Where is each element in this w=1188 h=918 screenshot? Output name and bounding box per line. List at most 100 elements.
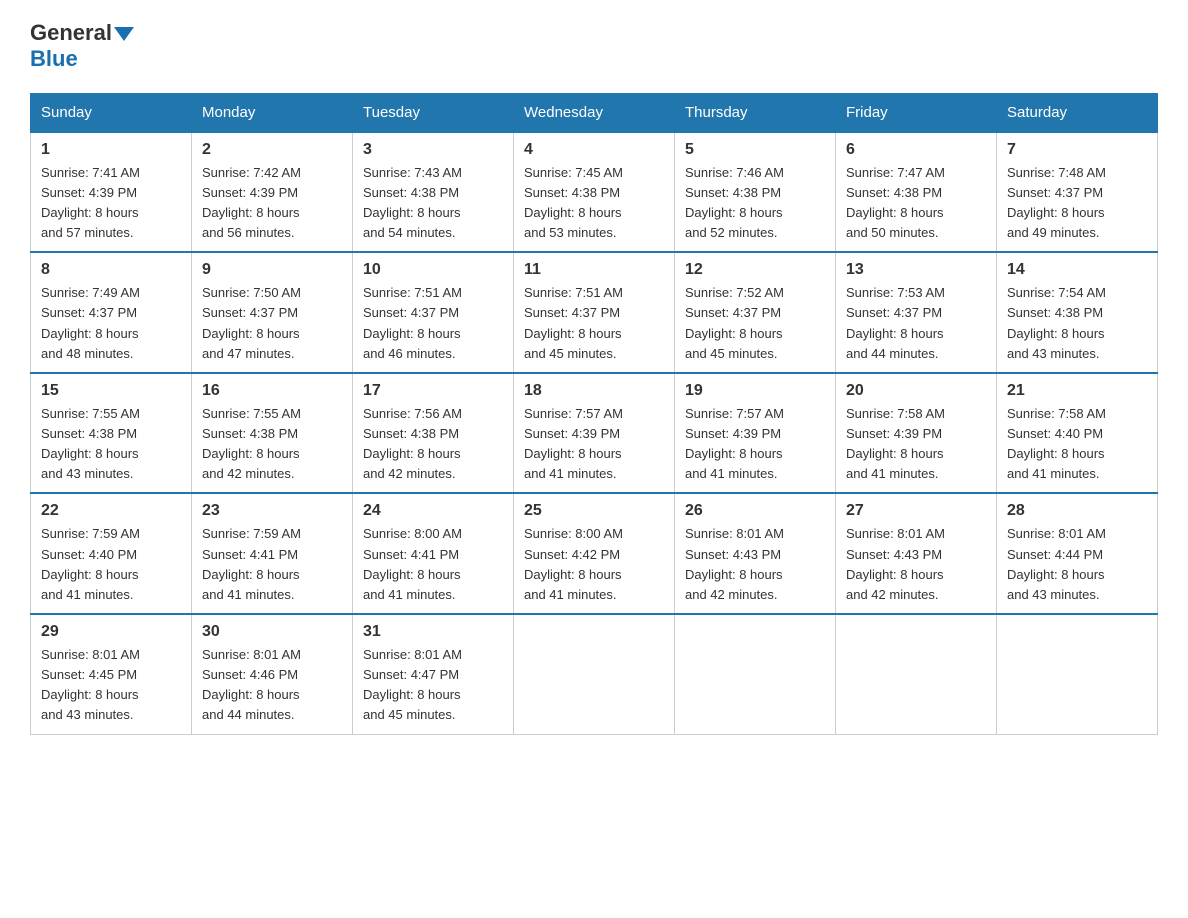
day-number: 23	[202, 502, 342, 520]
day-cell-9: 9 Sunrise: 7:50 AMSunset: 4:37 PMDaylight…	[192, 252, 353, 373]
day-number: 6	[846, 141, 986, 159]
day-cell-8: 8 Sunrise: 7:49 AMSunset: 4:37 PMDaylight…	[31, 252, 192, 373]
week-row-4: 22 Sunrise: 7:59 AMSunset: 4:40 PMDayligh…	[31, 493, 1158, 614]
day-info: Sunrise: 7:53 AMSunset: 4:37 PMDaylight:…	[846, 285, 945, 360]
day-info: Sunrise: 8:01 AMSunset: 4:47 PMDaylight:…	[363, 647, 462, 722]
day-number: 12	[685, 261, 825, 279]
logo-triangle-icon	[114, 27, 134, 41]
day-info: Sunrise: 8:01 AMSunset: 4:45 PMDaylight:…	[41, 647, 140, 722]
day-info: Sunrise: 8:01 AMSunset: 4:43 PMDaylight:…	[846, 526, 945, 601]
col-header-monday: Monday	[192, 93, 353, 132]
day-cell-23: 23 Sunrise: 7:59 AMSunset: 4:41 PMDayligh…	[192, 493, 353, 614]
day-number: 31	[363, 623, 503, 641]
day-number: 20	[846, 382, 986, 400]
day-cell-30: 30 Sunrise: 8:01 AMSunset: 4:46 PMDayligh…	[192, 614, 353, 734]
header-row: SundayMondayTuesdayWednesdayThursdayFrid…	[31, 93, 1158, 132]
day-info: Sunrise: 7:58 AMSunset: 4:39 PMDaylight:…	[846, 406, 945, 481]
day-number: 21	[1007, 382, 1147, 400]
day-info: Sunrise: 7:58 AMSunset: 4:40 PMDaylight:…	[1007, 406, 1106, 481]
day-cell-17: 17 Sunrise: 7:56 AMSunset: 4:38 PMDayligh…	[353, 373, 514, 494]
day-info: Sunrise: 7:45 AMSunset: 4:38 PMDaylight:…	[524, 165, 623, 240]
day-cell-22: 22 Sunrise: 7:59 AMSunset: 4:40 PMDayligh…	[31, 493, 192, 614]
day-number: 9	[202, 261, 342, 279]
empty-cell	[997, 614, 1158, 734]
day-info: Sunrise: 8:00 AMSunset: 4:42 PMDaylight:…	[524, 526, 623, 601]
day-info: Sunrise: 8:01 AMSunset: 4:43 PMDaylight:…	[685, 526, 784, 601]
day-cell-25: 25 Sunrise: 8:00 AMSunset: 4:42 PMDayligh…	[514, 493, 675, 614]
day-cell-4: 4 Sunrise: 7:45 AMSunset: 4:38 PMDaylight…	[514, 132, 675, 253]
day-number: 19	[685, 382, 825, 400]
day-info: Sunrise: 7:57 AMSunset: 4:39 PMDaylight:…	[685, 406, 784, 481]
day-cell-3: 3 Sunrise: 7:43 AMSunset: 4:38 PMDaylight…	[353, 132, 514, 253]
day-info: Sunrise: 8:01 AMSunset: 4:44 PMDaylight:…	[1007, 526, 1106, 601]
empty-cell	[675, 614, 836, 734]
week-row-2: 8 Sunrise: 7:49 AMSunset: 4:37 PMDaylight…	[31, 252, 1158, 373]
col-header-friday: Friday	[836, 93, 997, 132]
day-number: 24	[363, 502, 503, 520]
logo-blue-text: Blue	[30, 46, 134, 72]
day-info: Sunrise: 7:52 AMSunset: 4:37 PMDaylight:…	[685, 285, 784, 360]
day-info: Sunrise: 7:51 AMSunset: 4:37 PMDaylight:…	[363, 285, 462, 360]
day-info: Sunrise: 7:46 AMSunset: 4:38 PMDaylight:…	[685, 165, 784, 240]
day-info: Sunrise: 7:49 AMSunset: 4:37 PMDaylight:…	[41, 285, 140, 360]
day-cell-20: 20 Sunrise: 7:58 AMSunset: 4:39 PMDayligh…	[836, 373, 997, 494]
col-header-saturday: Saturday	[997, 93, 1158, 132]
day-number: 18	[524, 382, 664, 400]
day-info: Sunrise: 7:50 AMSunset: 4:37 PMDaylight:…	[202, 285, 301, 360]
day-cell-28: 28Sunrise: 8:01 AMSunset: 4:44 PMDayligh…	[997, 493, 1158, 614]
day-info: Sunrise: 7:47 AMSunset: 4:38 PMDaylight:…	[846, 165, 945, 240]
week-row-1: 1 Sunrise: 7:41 AMSunset: 4:39 PMDaylight…	[31, 132, 1158, 253]
day-info: Sunrise: 8:00 AMSunset: 4:41 PMDaylight:…	[363, 526, 462, 601]
day-cell-13: 13 Sunrise: 7:53 AMSunset: 4:37 PMDayligh…	[836, 252, 997, 373]
day-cell-11: 11 Sunrise: 7:51 AMSunset: 4:37 PMDayligh…	[514, 252, 675, 373]
day-number: 11	[524, 261, 664, 279]
day-info: Sunrise: 7:51 AMSunset: 4:37 PMDaylight:…	[524, 285, 623, 360]
day-number: 29	[41, 623, 181, 641]
day-number: 7	[1007, 141, 1147, 159]
day-number: 27	[846, 502, 986, 520]
day-cell-6: 6 Sunrise: 7:47 AMSunset: 4:38 PMDaylight…	[836, 132, 997, 253]
day-info: Sunrise: 7:41 AMSunset: 4:39 PMDaylight:…	[41, 165, 140, 240]
day-cell-1: 1 Sunrise: 7:41 AMSunset: 4:39 PMDaylight…	[31, 132, 192, 253]
day-info: Sunrise: 7:56 AMSunset: 4:38 PMDaylight:…	[363, 406, 462, 481]
logo: General Blue	[30, 20, 134, 73]
week-row-3: 15Sunrise: 7:55 AMSunset: 4:38 PMDayligh…	[31, 373, 1158, 494]
day-cell-18: 18 Sunrise: 7:57 AMSunset: 4:39 PMDayligh…	[514, 373, 675, 494]
day-info: Sunrise: 7:57 AMSunset: 4:39 PMDaylight:…	[524, 406, 623, 481]
empty-cell	[836, 614, 997, 734]
day-cell-10: 10 Sunrise: 7:51 AMSunset: 4:37 PMDayligh…	[353, 252, 514, 373]
day-number: 1	[41, 141, 181, 159]
day-cell-26: 26Sunrise: 8:01 AMSunset: 4:43 PMDayligh…	[675, 493, 836, 614]
day-cell-16: 16 Sunrise: 7:55 AMSunset: 4:38 PMDayligh…	[192, 373, 353, 494]
day-info: Sunrise: 7:43 AMSunset: 4:38 PMDaylight:…	[363, 165, 462, 240]
week-row-5: 29 Sunrise: 8:01 AMSunset: 4:45 PMDayligh…	[31, 614, 1158, 734]
day-number: 16	[202, 382, 342, 400]
day-info: Sunrise: 7:59 AMSunset: 4:41 PMDaylight:…	[202, 526, 301, 601]
day-cell-15: 15Sunrise: 7:55 AMSunset: 4:38 PMDayligh…	[31, 373, 192, 494]
day-cell-29: 29 Sunrise: 8:01 AMSunset: 4:45 PMDayligh…	[31, 614, 192, 734]
day-number: 30	[202, 623, 342, 641]
day-number: 4	[524, 141, 664, 159]
day-number: 17	[363, 382, 503, 400]
day-number: 10	[363, 261, 503, 279]
empty-cell	[514, 614, 675, 734]
day-cell-19: 19 Sunrise: 7:57 AMSunset: 4:39 PMDayligh…	[675, 373, 836, 494]
day-info: Sunrise: 7:59 AMSunset: 4:40 PMDaylight:…	[41, 526, 140, 601]
day-cell-31: 31 Sunrise: 8:01 AMSunset: 4:47 PMDayligh…	[353, 614, 514, 734]
day-number: 8	[41, 261, 181, 279]
logo-general-text: General	[30, 20, 134, 46]
day-cell-14: 14Sunrise: 7:54 AMSunset: 4:38 PMDayligh…	[997, 252, 1158, 373]
day-number: 25	[524, 502, 664, 520]
col-header-sunday: Sunday	[31, 93, 192, 132]
col-header-wednesday: Wednesday	[514, 93, 675, 132]
day-number: 3	[363, 141, 503, 159]
day-info: Sunrise: 8:01 AMSunset: 4:46 PMDaylight:…	[202, 647, 301, 722]
day-number: 22	[41, 502, 181, 520]
day-number: 13	[846, 261, 986, 279]
day-info: Sunrise: 7:55 AMSunset: 4:38 PMDaylight:…	[202, 406, 301, 481]
calendar-table: SundayMondayTuesdayWednesdayThursdayFrid…	[30, 93, 1158, 735]
day-cell-5: 5Sunrise: 7:46 AMSunset: 4:38 PMDaylight…	[675, 132, 836, 253]
day-cell-24: 24 Sunrise: 8:00 AMSunset: 4:41 PMDayligh…	[353, 493, 514, 614]
day-cell-7: 7Sunrise: 7:48 AMSunset: 4:37 PMDaylight…	[997, 132, 1158, 253]
day-cell-21: 21 Sunrise: 7:58 AMSunset: 4:40 PMDayligh…	[997, 373, 1158, 494]
